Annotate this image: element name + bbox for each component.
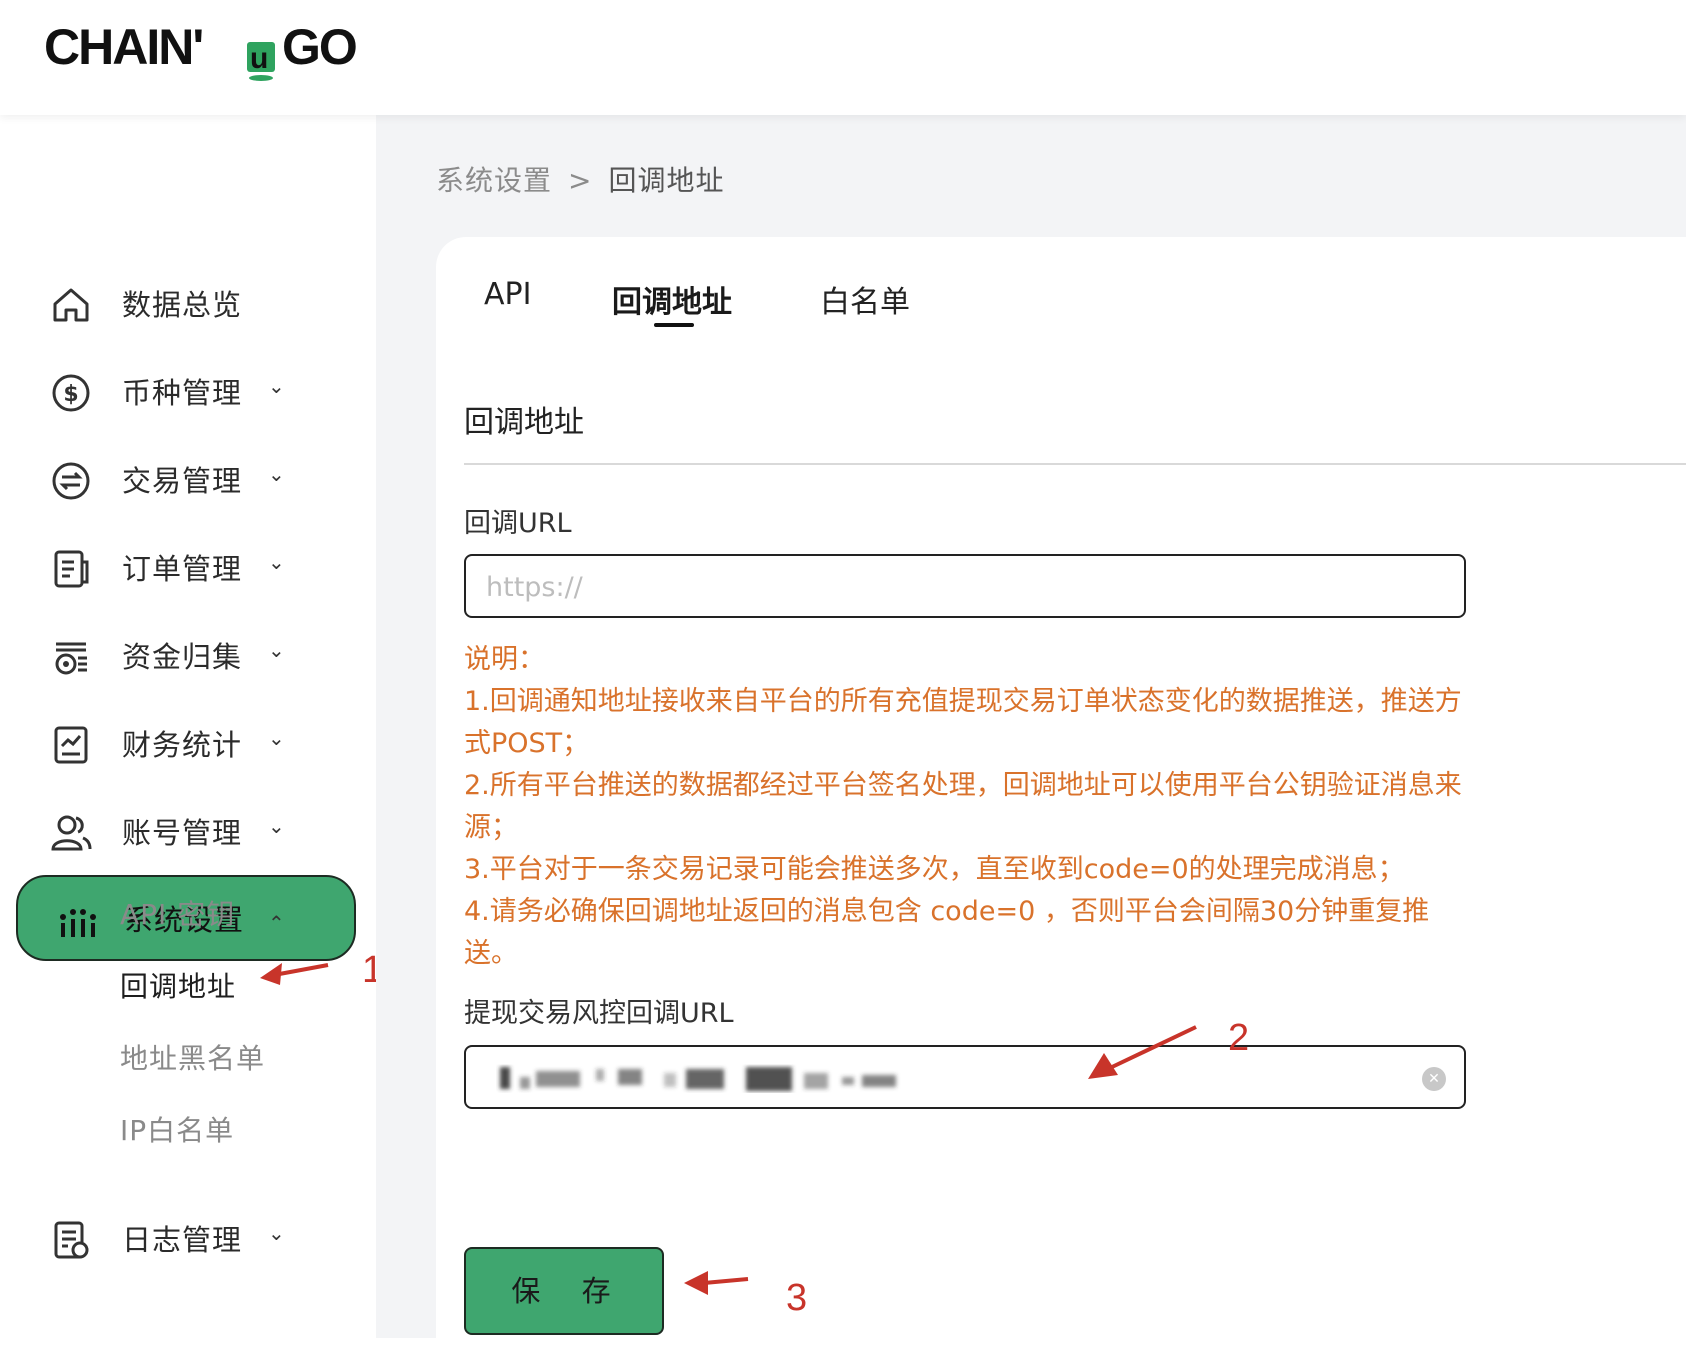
breadcrumb: 系统设置 > 回调地址 (436, 159, 725, 199)
sidebar-item-accounts[interactable]: 账号管理 ⌄ (0, 788, 376, 876)
risk-url-label: 提现交易风控回调URL (464, 998, 734, 1029)
home-icon (53, 288, 89, 322)
tab-api[interactable]: API (484, 277, 531, 312)
note-item: 3.平台对于一条交易记录可能会推送多次，直至收到code=0的处理完成消息； (464, 854, 1405, 885)
sidebar-item-label: 数据总览 (122, 288, 243, 322)
fund-collection-icon (55, 642, 87, 675)
sidebar-item-label: 币种管理 (122, 376, 243, 410)
sidebar-item-finance[interactable]: 财务统计 ⌄ (0, 700, 376, 788)
svg-text:$: $ (63, 382, 78, 407)
sub-item-address-blacklist[interactable]: 地址黑名单 (120, 1037, 265, 1077)
chevron-down-icon: ⌄ (268, 814, 285, 838)
svg-text:u: u (250, 42, 268, 75)
callback-url-label: 回调URL (464, 508, 572, 539)
note-item: 2.所有平台推送的数据都经过平台签名处理，回调地址可以使用平台公钥验证消息来源； (464, 770, 1462, 843)
sidebar-item-trade[interactable]: 交易管理 ⌄ (0, 436, 376, 524)
sidebar-item-overview[interactable]: 数据总览 (0, 260, 376, 348)
dollar-circle-icon: $ (52, 374, 90, 412)
section-title: 回调地址 (464, 405, 584, 440)
chevron-down-icon: ⌄ (268, 550, 285, 574)
annotation-number-3: 3 (786, 1277, 808, 1319)
exchange-circle-icon (52, 462, 90, 500)
sidebar-item-label: 账号管理 (122, 816, 243, 850)
settings-card: API 回调地址 白名单 回调地址 回调URL 说明： 1.回调通知地址接收来自… (436, 237, 1686, 1357)
callback-url-input[interactable] (486, 568, 1386, 606)
report-chart-icon (54, 726, 88, 764)
breadcrumb-separator: > (568, 164, 593, 197)
users-icon (51, 815, 92, 851)
annotation-number-2: 2 (1228, 1017, 1250, 1059)
sidebar-item-label: 资金归集 (122, 640, 243, 674)
save-button[interactable]: 保 存 (464, 1247, 664, 1335)
log-icon (54, 1221, 89, 1259)
annotation-arrow-2 (1088, 1025, 1197, 1079)
svg-text:GO: GO (282, 19, 356, 75)
sidebar-item-label: 财务统计 (122, 728, 243, 762)
tab-callback-url[interactable]: 回调地址 (612, 277, 732, 321)
active-tab-indicator (654, 323, 694, 327)
breadcrumb-parent[interactable]: 系统设置 (436, 164, 552, 197)
sub-item-callback-url[interactable]: 回调地址 (120, 965, 236, 1005)
sidebar-item-label: 日志管理 (122, 1223, 243, 1257)
sidebar-item-label: 订单管理 (122, 552, 243, 586)
clear-input-icon[interactable]: ✕ (1422, 1067, 1446, 1091)
document-icon (54, 550, 89, 588)
sidebar-item-fund-collection[interactable]: 资金归集 ⌄ (0, 612, 376, 700)
chevron-down-icon: ⌄ (268, 726, 285, 750)
sidebar: 数据总览 $ 币种管理 ⌄ 交易管理 ⌄ 订单管理 ⌄ 资金归集 ⌄ 财务统计 … (0, 115, 383, 1338)
callback-url-field[interactable] (464, 554, 1466, 618)
blurred-url-value (500, 1067, 896, 1091)
chevron-down-icon: ⌄ (268, 374, 285, 398)
sub-item-api-key[interactable]: API 密钥 (120, 893, 235, 933)
top-header: CHAIN' u GO (0, 0, 1686, 115)
svg-text:CHAIN': CHAIN' (44, 19, 202, 75)
note-item: 4.请务必确保回调地址返回的消息包含 code=0 ，否则平台会间隔30分钟重复… (464, 896, 1430, 969)
sidebar-item-logs[interactable]: 日志管理 ⌄ (0, 1195, 376, 1283)
risk-url-field[interactable]: ✕ (464, 1045, 1466, 1109)
sub-item-ip-whitelist[interactable]: IP白名单 (120, 1109, 234, 1149)
sidebar-item-label: 交易管理 (122, 464, 243, 498)
note-item: 1.回调通知地址接收来自平台的所有充值提现交易订单状态变化的数据推送，推送方式P… (464, 686, 1462, 759)
settings-bars-icon (60, 909, 96, 937)
chevron-down-icon: ⌄ (268, 462, 285, 486)
section-divider (464, 463, 1686, 465)
main-content: 系统设置 > 回调地址 API 回调地址 白名单 回调地址 回调URL 说明： 1.… (376, 115, 1686, 1357)
sidebar-item-currency[interactable]: $ 币种管理 ⌄ (0, 348, 376, 436)
note-title: 说明： (464, 644, 545, 675)
annotation-arrow-3 (684, 1271, 749, 1295)
annotation-arrow-1 (260, 963, 329, 985)
sidebar-item-orders[interactable]: 订单管理 ⌄ (0, 524, 376, 612)
instructions-text: 说明： 1.回调通知地址接收来自平台的所有充值提现交易订单状态变化的数据推送，推… (464, 639, 1474, 975)
chevron-up-icon: ⌃ (268, 911, 285, 935)
chainugo-logo[interactable]: CHAIN' u GO (44, 18, 374, 88)
tab-whitelist[interactable]: 白名单 (820, 277, 910, 321)
chevron-down-icon: ⌄ (268, 638, 285, 662)
breadcrumb-current: 回调地址 (608, 164, 725, 197)
chevron-down-icon: ⌄ (268, 1221, 285, 1245)
